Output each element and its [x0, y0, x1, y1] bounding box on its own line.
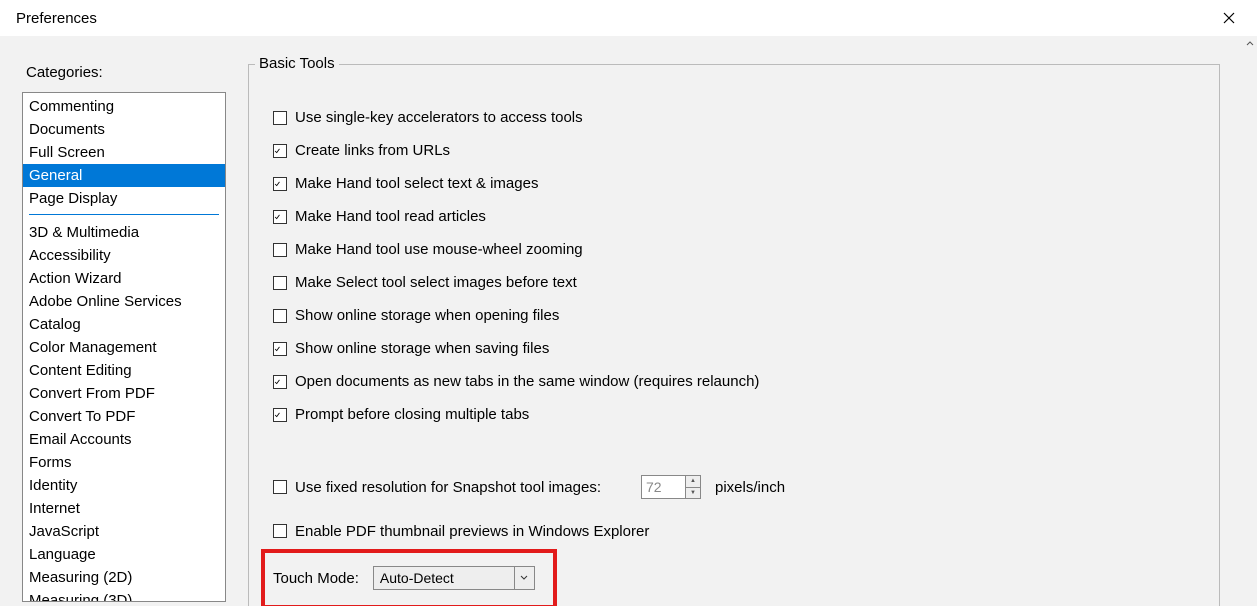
snapshot-resolution-input[interactable] — [641, 475, 685, 499]
option-checkbox[interactable] — [273, 309, 287, 323]
option-row: Show online storage when opening files — [273, 299, 1195, 332]
category-item[interactable]: 3D & Multimedia — [23, 221, 225, 244]
category-item[interactable]: Convert From PDF — [23, 382, 225, 405]
group-title: Basic Tools — [255, 55, 339, 72]
category-item[interactable]: Documents — [23, 118, 225, 141]
option-label: Prompt before closing multiple tabs — [295, 406, 529, 423]
option-checkbox[interactable] — [273, 342, 287, 356]
option-label: Show online storage when saving files — [295, 340, 549, 357]
spinner-buttons[interactable]: ▲ ▼ — [685, 475, 701, 499]
category-item[interactable]: Color Management — [23, 336, 225, 359]
option-checkbox[interactable] — [273, 144, 287, 158]
window-title: Preferences — [16, 10, 97, 27]
option-label: Make Hand tool select text & images — [295, 175, 538, 192]
spinner-up[interactable]: ▲ — [686, 476, 700, 488]
option-checkbox[interactable] — [273, 111, 287, 125]
option-row: Prompt before closing multiple tabs — [273, 398, 1195, 431]
option-row: Make Hand tool use mouse-wheel zooming — [273, 233, 1195, 266]
category-divider — [29, 214, 219, 215]
snapshot-row: Use fixed resolution for Snapshot tool i… — [273, 473, 785, 501]
option-label: Show online storage when opening files — [295, 307, 559, 324]
basic-tools-group: Basic Tools Use single-key accelerators … — [248, 64, 1220, 606]
category-item[interactable]: Measuring (2D) — [23, 566, 225, 589]
scroll-up-arrow[interactable] — [1243, 36, 1257, 50]
option-row: Make Select tool select images before te… — [273, 266, 1195, 299]
category-item[interactable]: Action Wizard — [23, 267, 225, 290]
categories-label: Categories: — [26, 64, 103, 81]
option-checkbox[interactable] — [273, 243, 287, 257]
option-row: Show online storage when saving files — [273, 332, 1195, 365]
category-item[interactable]: Email Accounts — [23, 428, 225, 451]
category-item[interactable]: Adobe Online Services — [23, 290, 225, 313]
spinner-down[interactable]: ▼ — [686, 488, 700, 499]
category-item[interactable]: General — [23, 164, 225, 187]
option-row: Make Hand tool select text & images — [273, 167, 1195, 200]
thumbnail-row: Enable PDF thumbnail previews in Windows… — [273, 519, 649, 543]
close-icon — [1223, 12, 1235, 24]
option-row: Use single-key accelerators to access to… — [273, 101, 1195, 134]
snapshot-label: Use fixed resolution for Snapshot tool i… — [295, 479, 601, 496]
option-label: Make Hand tool read articles — [295, 208, 486, 225]
option-label: Open documents as new tabs in the same w… — [295, 373, 759, 390]
snapshot-checkbox[interactable] — [273, 480, 287, 494]
category-item[interactable]: Convert To PDF — [23, 405, 225, 428]
option-checkbox[interactable] — [273, 375, 287, 389]
vertical-scrollbar[interactable] — [1243, 36, 1257, 606]
snapshot-resolution-spinner[interactable]: ▲ ▼ — [641, 475, 701, 499]
category-item[interactable]: Page Display — [23, 187, 225, 210]
category-item[interactable]: Language — [23, 543, 225, 566]
category-item[interactable]: Content Editing — [23, 359, 225, 382]
categories-list[interactable]: CommentingDocumentsFull ScreenGeneralPag… — [22, 92, 226, 602]
close-button[interactable] — [1211, 3, 1247, 33]
option-label: Create links from URLs — [295, 142, 450, 159]
thumbnail-checkbox[interactable] — [273, 524, 287, 538]
option-row: Make Hand tool read articles — [273, 200, 1195, 233]
option-label: Make Select tool select images before te… — [295, 274, 577, 291]
titlebar: Preferences — [0, 0, 1257, 36]
options-container: Use single-key accelerators to access to… — [273, 101, 1195, 431]
option-row: Create links from URLs — [273, 134, 1195, 167]
option-checkbox[interactable] — [273, 210, 287, 224]
dialog-body: Categories: CommentingDocumentsFull Scre… — [0, 36, 1243, 606]
category-item[interactable]: JavaScript — [23, 520, 225, 543]
option-row: Open documents as new tabs in the same w… — [273, 365, 1195, 398]
touch-mode-row: Touch Mode: Auto-Detect — [273, 563, 535, 593]
snapshot-units: pixels/inch — [715, 479, 785, 496]
category-item[interactable]: Internet — [23, 497, 225, 520]
thumbnail-label: Enable PDF thumbnail previews in Windows… — [295, 523, 649, 540]
option-checkbox[interactable] — [273, 408, 287, 422]
chevron-down-icon — [514, 567, 534, 589]
category-item[interactable]: Identity — [23, 474, 225, 497]
option-checkbox[interactable] — [273, 177, 287, 191]
category-item[interactable]: Accessibility — [23, 244, 225, 267]
touch-mode-value: Auto-Detect — [380, 570, 454, 586]
option-label: Use single-key accelerators to access to… — [295, 109, 583, 126]
category-item[interactable]: Measuring (3D) — [23, 589, 225, 602]
category-item[interactable]: Commenting — [23, 95, 225, 118]
touch-mode-label: Touch Mode: — [273, 570, 359, 587]
category-item[interactable]: Full Screen — [23, 141, 225, 164]
touch-mode-combo[interactable]: Auto-Detect — [373, 566, 535, 590]
option-label: Make Hand tool use mouse-wheel zooming — [295, 241, 583, 258]
category-item[interactable]: Catalog — [23, 313, 225, 336]
category-item[interactable]: Forms — [23, 451, 225, 474]
option-checkbox[interactable] — [273, 276, 287, 290]
